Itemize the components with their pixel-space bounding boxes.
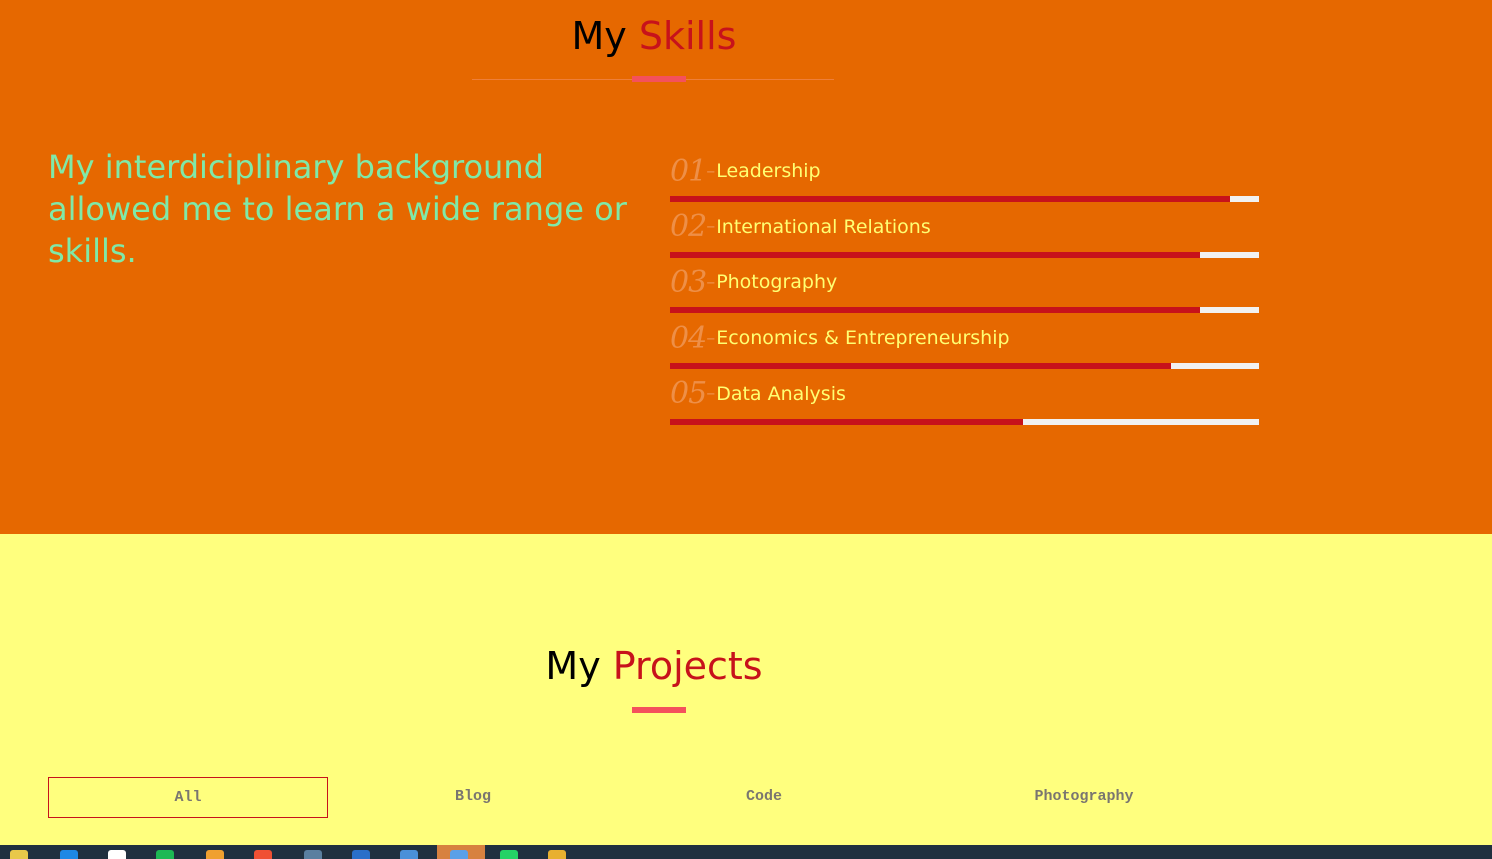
skill-progress-bar <box>670 363 1259 370</box>
chrome-icon[interactable] <box>400 850 418 859</box>
skill-header: 02– International Relations <box>670 206 931 248</box>
app-icon[interactable] <box>450 850 468 859</box>
skill-item: 02– International Relations <box>670 206 1260 262</box>
skill-number: 05 <box>670 376 707 412</box>
github-icon[interactable] <box>108 850 126 859</box>
skill-header: 05– Data Analysis <box>670 373 846 415</box>
skill-item: 05– Data Analysis <box>670 373 1260 429</box>
calendar-icon[interactable] <box>60 850 78 859</box>
projects-section: My Projects All Blog Code Photography <box>0 534 1492 845</box>
skills-list: 01– Leadership 02– International Relations 0… <box>670 150 1260 428</box>
skill-dash: – <box>706 216 716 238</box>
skill-progress-bar <box>670 196 1259 202</box>
skill-name: International Relations <box>716 215 931 238</box>
skill-progress-fill <box>670 363 1171 370</box>
powershell-icon[interactable] <box>352 850 370 859</box>
skill-progress-fill <box>670 307 1201 314</box>
skill-item: 03– Photography <box>670 261 1260 317</box>
skill-dash: – <box>706 383 716 405</box>
skill-item: 01– Leadership <box>670 150 1260 206</box>
projects-title: My Projects <box>0 644 1308 688</box>
skill-header: 04– Economics & Entrepreneurship <box>670 317 1010 359</box>
project-filter-row: All Blog Code Photography <box>48 777 1248 818</box>
filter-blog-button[interactable]: Blog <box>400 777 546 818</box>
projects-title-accent <box>632 707 686 713</box>
skill-header: 01– Leadership <box>670 150 821 192</box>
skills-title-highlight: Skills <box>638 14 737 58</box>
skill-number: 02 <box>670 209 707 245</box>
skill-number: 03 <box>670 264 707 300</box>
skills-title-accent <box>632 76 686 82</box>
filter-code-button[interactable]: Code <box>691 777 837 818</box>
skill-progress-fill <box>670 251 1201 258</box>
skill-dash: – <box>706 271 716 293</box>
filter-photography-button[interactable]: Photography <box>1011 777 1157 818</box>
skills-intro-text: My interdiciplinary background allowed m… <box>48 148 627 270</box>
start-icon[interactable] <box>10 850 28 859</box>
skills-title: My Skills <box>0 14 1308 58</box>
skill-progress-bar <box>670 418 1259 425</box>
skills-section: My Skills My interdiciplinary background… <box>0 0 1492 534</box>
spotify-icon[interactable] <box>156 850 174 859</box>
projects-title-prefix: My <box>545 644 601 688</box>
skill-name: Economics & Entrepreneurship <box>716 327 1010 350</box>
skill-dash: – <box>706 160 716 182</box>
skill-name: Data Analysis <box>716 382 846 405</box>
skill-progress-fill <box>670 196 1230 202</box>
whatsapp-icon[interactable] <box>500 850 518 859</box>
skill-item: 04– Economics & Entrepreneurship <box>670 317 1260 373</box>
skill-header: 03– Photography <box>670 261 837 303</box>
skill-progress-fill <box>670 418 1024 425</box>
paint-icon[interactable] <box>548 850 566 859</box>
skill-number: 01 <box>670 153 707 189</box>
projects-title-highlight: Projects <box>612 644 763 688</box>
taskbar <box>0 845 1492 859</box>
terminal-icon[interactable] <box>304 850 322 859</box>
skill-number: 04 <box>670 320 707 356</box>
filter-all-button[interactable]: All <box>48 777 328 818</box>
pencil-icon[interactable] <box>206 850 224 859</box>
git-icon[interactable] <box>254 850 272 859</box>
skills-title-prefix: My <box>571 14 627 58</box>
skill-name: Leadership <box>716 160 821 182</box>
skill-progress-bar <box>670 251 1259 258</box>
skill-dash: – <box>706 327 716 349</box>
skill-progress-bar <box>670 307 1259 314</box>
skill-name: Photography <box>716 271 838 294</box>
